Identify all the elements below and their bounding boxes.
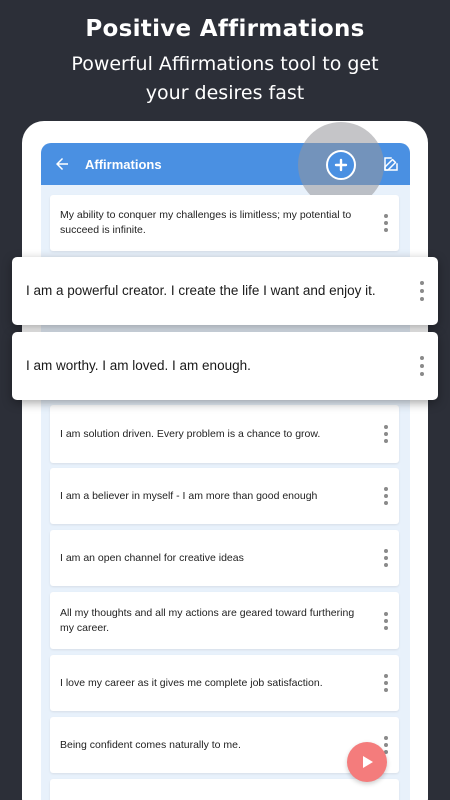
plus-circle-icon bbox=[334, 158, 348, 172]
affirmation-text: My ability to conquer my challenges is l… bbox=[60, 209, 352, 236]
more-vertical-icon[interactable] bbox=[383, 487, 389, 505]
affirmation-text: I love my career as it gives me complete… bbox=[60, 676, 323, 689]
affirmation-text: I am a believer in myself - I am more th… bbox=[60, 489, 318, 502]
more-vertical-icon[interactable] bbox=[419, 356, 425, 376]
more-vertical-icon[interactable] bbox=[383, 214, 389, 232]
play-button[interactable] bbox=[347, 742, 387, 782]
more-vertical-icon[interactable] bbox=[383, 425, 389, 443]
list-item[interactable]: I am solution driven. Every problem is a… bbox=[50, 405, 399, 463]
edit-icon bbox=[384, 157, 398, 171]
more-vertical-icon[interactable] bbox=[419, 281, 425, 301]
list-item[interactable]: My ability to conquer my challenges is l… bbox=[50, 195, 399, 251]
more-vertical-icon[interactable] bbox=[383, 611, 389, 630]
add-affirmation-button[interactable] bbox=[326, 150, 356, 180]
list-item[interactable]: All my thoughts and all my actions are g… bbox=[50, 592, 399, 649]
page-title: Affirmations bbox=[85, 156, 162, 172]
highlighted-item[interactable]: I am worthy. I am loved. I am enough. bbox=[12, 332, 438, 400]
affirmation-text: Being confident comes naturally to me. bbox=[60, 738, 241, 751]
more-vertical-icon[interactable] bbox=[383, 674, 389, 692]
list-item[interactable]: I am an open channel for creative ideas bbox=[50, 530, 399, 586]
list-item[interactable] bbox=[50, 779, 399, 800]
back-button[interactable] bbox=[45, 143, 79, 185]
promo-title: Positive Affirmations bbox=[85, 16, 365, 42]
list-item[interactable]: I love my career as it gives me complete… bbox=[50, 655, 399, 711]
arrow-left-icon bbox=[56, 158, 68, 170]
play-icon bbox=[363, 756, 373, 768]
promo-subtitle: Powerful Affirmations tool to get your d… bbox=[71, 53, 379, 104]
affirmation-text: I am an open channel for creative ideas bbox=[60, 551, 244, 564]
affirmation-text: I am solution driven. Every problem is a… bbox=[60, 427, 321, 440]
list-item[interactable]: I am a believer in myself - I am more th… bbox=[50, 468, 399, 524]
highlighted-item[interactable]: I am a powerful creator. I create the li… bbox=[12, 257, 438, 325]
affirmation-text: I am worthy. I am loved. I am enough. bbox=[26, 358, 251, 373]
more-vertical-icon[interactable] bbox=[383, 549, 389, 567]
affirmation-text: I am a powerful creator. I create the li… bbox=[26, 283, 376, 298]
affirmation-text: All my thoughts and all my actions are g… bbox=[60, 606, 355, 634]
